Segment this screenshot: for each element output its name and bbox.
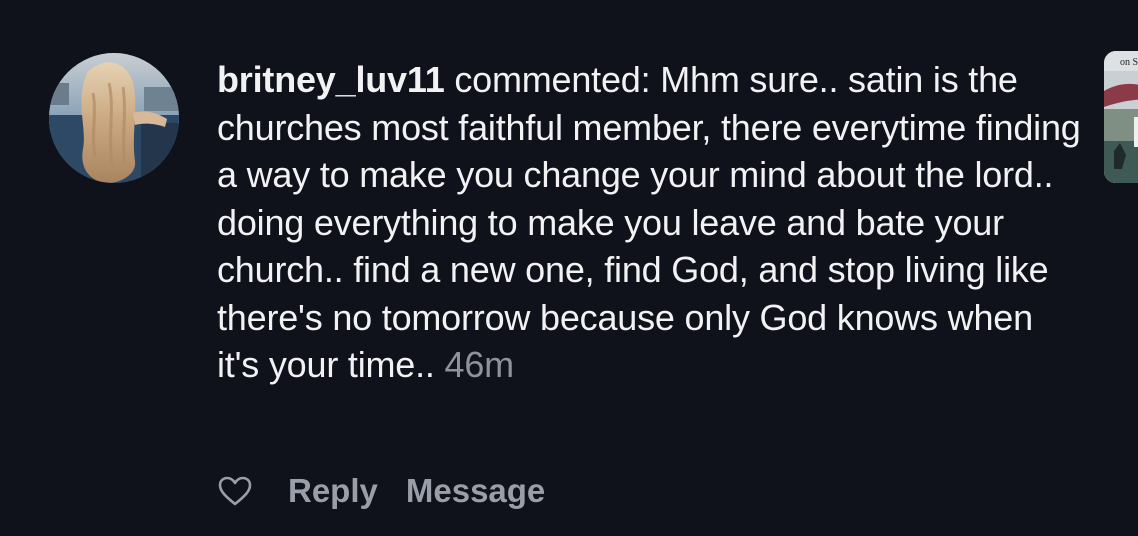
message-button[interactable]: Message — [406, 472, 545, 510]
post-thumbnail[interactable]: on S — [1104, 51, 1138, 183]
reply-button[interactable]: Reply — [288, 472, 378, 510]
comment-actions: Reply Message — [217, 468, 545, 514]
post-thumbnail-image — [1104, 51, 1138, 183]
comment-text: britney_luv11 commented: Mhm sure.. sati… — [217, 56, 1082, 389]
heart-outline-icon[interactable] — [217, 474, 253, 508]
comment-notification: britney_luv11 commented: Mhm sure.. sati… — [0, 0, 1138, 536]
comment-timestamp: 46m — [444, 344, 515, 385]
avatar[interactable] — [49, 53, 179, 183]
post-thumbnail-caption: on S — [1120, 57, 1138, 68]
comment-action: commented: — [444, 59, 661, 100]
comment-body: Mhm sure.. satin is the churches most fa… — [217, 59, 1081, 385]
username-link[interactable]: britney_luv11 — [217, 59, 445, 100]
avatar-photo — [49, 53, 179, 183]
